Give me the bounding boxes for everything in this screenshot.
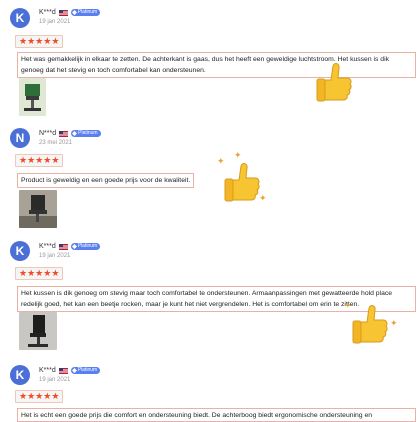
diamond-icon — [71, 10, 77, 15]
badge-label: Platinum — [77, 9, 98, 15]
star-icon: ★ — [27, 391, 36, 401]
star-icon: ★ — [19, 391, 28, 401]
star-icon: ★ — [35, 155, 44, 165]
platinum-badge: Platinum — [70, 243, 101, 250]
star-icon: ★ — [51, 36, 60, 46]
star-icon: ★ — [43, 391, 52, 401]
star-icon: ★ — [43, 155, 52, 165]
avatar: N — [10, 128, 30, 148]
badge-label: Platinum — [77, 367, 98, 373]
star-icon: ★ — [35, 36, 44, 46]
diamond-icon — [71, 244, 77, 249]
avatar: K — [10, 241, 30, 261]
star-rating: ★ ★ ★ ★ ★ — [15, 267, 64, 280]
thumbs-up-icon — [224, 163, 260, 202]
review-photo[interactable] — [19, 312, 57, 350]
star-icon: ★ — [19, 268, 28, 278]
reviewer-name: N***d — [39, 130, 57, 137]
star-icon: ★ — [43, 268, 52, 278]
thumbs-up-icon — [316, 63, 352, 102]
reviewer-info: K***d Platinum — [39, 9, 101, 16]
star-icon: ★ — [51, 268, 60, 278]
star-icon: ★ — [51, 155, 60, 165]
diamond-icon — [71, 368, 77, 373]
us-flag-icon — [58, 9, 68, 16]
star-icon: ★ — [19, 155, 28, 165]
badge-label: Platinum — [78, 130, 98, 136]
star-icon: ★ — [35, 268, 44, 278]
review-date: 19 jan 2021 — [39, 19, 71, 25]
us-flag-icon — [58, 367, 68, 374]
platinum-badge: Platinum — [70, 367, 101, 374]
star-icon: ★ — [51, 391, 60, 401]
badge-label: Platinum — [77, 243, 98, 249]
reviewer-info: N***d Platinum — [39, 130, 101, 137]
review-text: Product is geweldig en een goede prijs v… — [17, 173, 195, 188]
platinum-badge: Platinum — [70, 9, 101, 16]
star-icon: ★ — [35, 391, 44, 401]
us-flag-icon — [59, 130, 69, 137]
platinum-badge: Platinum — [71, 130, 101, 137]
star-rating: ★ ★ ★ ★ ★ — [15, 390, 64, 403]
star-rating: ★ ★ ★ ★ ★ — [15, 154, 64, 167]
avatar: K — [10, 8, 30, 28]
review-photo[interactable] — [19, 190, 57, 228]
reviewer-name: K***d — [39, 367, 56, 374]
review-text: Het was gemakkelijk in elkaar te zetten.… — [17, 52, 416, 78]
star-icon: ★ — [43, 36, 52, 46]
diamond-icon — [72, 131, 78, 136]
review-date: 19 jan 2021 — [39, 377, 71, 383]
star-icon: ★ — [27, 155, 36, 165]
reviewer-name: K***d — [39, 243, 56, 250]
sparkle-icon: ✦ — [390, 318, 398, 328]
thumbs-up-icon — [352, 305, 388, 344]
review-date: 23 mei 2021 — [39, 140, 73, 146]
review-photo[interactable] — [19, 78, 46, 116]
star-icon: ★ — [27, 36, 36, 46]
reviewer-info: K***d Platinum — [39, 243, 101, 250]
reviewer-name: K***d — [39, 9, 56, 16]
star-icon: ★ — [27, 268, 36, 278]
star-rating: ★ ★ ★ ★ ★ — [15, 35, 64, 48]
avatar: K — [10, 365, 30, 385]
reviewer-info: K***d Platinum — [39, 367, 101, 374]
star-icon: ★ — [19, 36, 28, 46]
review-date: 19 jan 2021 — [39, 253, 71, 259]
us-flag-icon — [58, 243, 68, 250]
